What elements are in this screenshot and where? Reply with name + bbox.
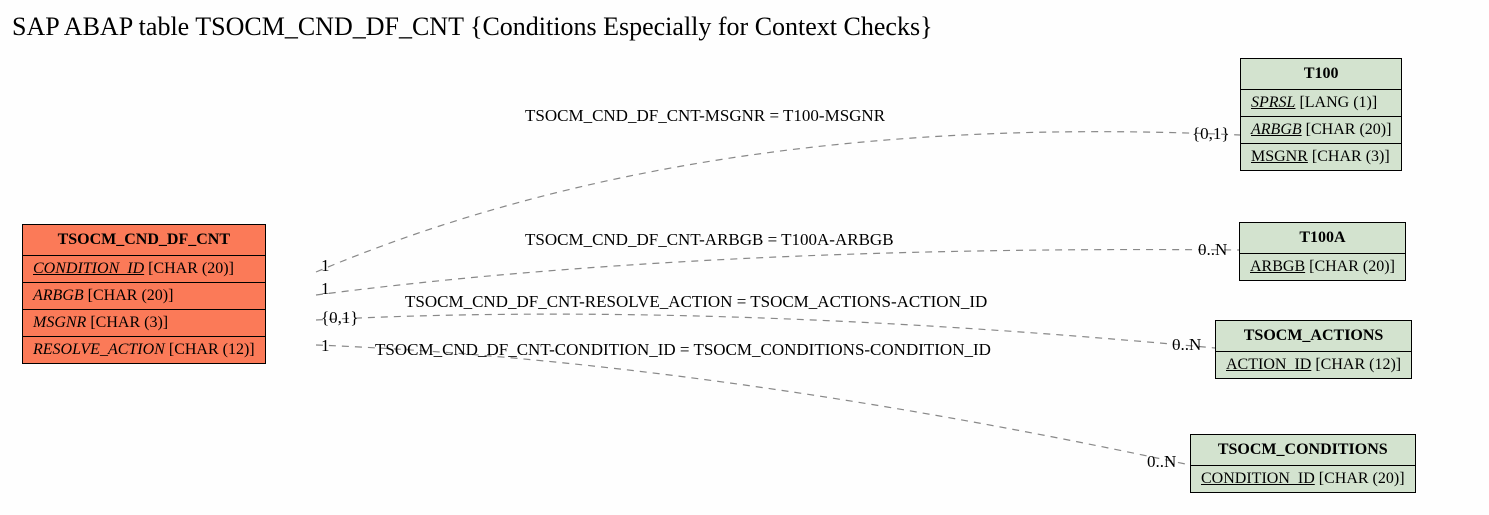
entity-field: ARBGB [CHAR (20)] (23, 283, 265, 310)
field-name: ARBGB (33, 287, 84, 304)
edge-label-arbgb: TSOCM_CND_DF_CNT-ARBGB = T100A-ARBGB (525, 230, 894, 250)
entity-header: T100A (1240, 223, 1405, 254)
entity-field: MSGNR [CHAR (3)] (23, 310, 265, 337)
cardinality-left-e3: {0,1} (321, 308, 359, 328)
edge-label-condition-id: TSOCM_CND_DF_CNT-CONDITION_ID = TSOCM_CO… (375, 340, 991, 360)
field-type: [LANG (1)] (1299, 94, 1377, 111)
entity-header: TSOCM_CONDITIONS (1191, 435, 1415, 466)
entity-field: RESOLVE_ACTION [CHAR (12)] (23, 337, 265, 363)
field-name: MSGNR (33, 314, 86, 331)
entity-field: ACTION_ID [CHAR (12)] (1216, 352, 1411, 378)
field-name: MSGNR (1251, 148, 1308, 165)
field-name: RESOLVE_ACTION (33, 341, 165, 358)
field-name: ARBGB (1251, 121, 1302, 138)
entity-tsocm-cnd-df-cnt: TSOCM_CND_DF_CNT CONDITION_ID [CHAR (20)… (22, 224, 266, 364)
field-type: [CHAR (12)] (1315, 356, 1401, 373)
cardinality-right-e1: {0,1} (1192, 124, 1230, 144)
field-name: ARBGB (1250, 258, 1305, 275)
entity-field: SPRSL [LANG (1)] (1241, 90, 1401, 117)
entity-field: MSGNR [CHAR (3)] (1241, 144, 1401, 170)
entity-t100a: T100A ARBGB [CHAR (20)] (1239, 222, 1406, 281)
field-type: [CHAR (3)] (1312, 148, 1390, 165)
field-type: [CHAR (20)] (88, 287, 174, 304)
cardinality-right-e3: 0..N (1172, 335, 1201, 355)
edge-label-msgnr: TSOCM_CND_DF_CNT-MSGNR = T100-MSGNR (525, 106, 885, 126)
entity-field: CONDITION_ID [CHAR (20)] (23, 256, 265, 283)
entity-tsocm-actions: TSOCM_ACTIONS ACTION_ID [CHAR (12)] (1215, 320, 1412, 379)
cardinality-left-e1: 1 (321, 256, 330, 276)
edge-label-resolve-action: TSOCM_CND_DF_CNT-RESOLVE_ACTION = TSOCM_… (405, 292, 987, 312)
field-type: [CHAR (20)] (1309, 258, 1395, 275)
cardinality-right-e4: 0..N (1147, 452, 1176, 472)
field-type: [CHAR (20)] (1306, 121, 1392, 138)
field-type: [CHAR (20)] (1319, 470, 1405, 487)
cardinality-left-e2: 1 (321, 279, 330, 299)
field-type: [CHAR (3)] (90, 314, 168, 331)
cardinality-right-e2: 0..N (1198, 240, 1227, 260)
entity-field: ARBGB [CHAR (20)] (1240, 254, 1405, 280)
field-name: ACTION_ID (1226, 356, 1311, 373)
field-type: [CHAR (20)] (148, 260, 234, 277)
field-name: SPRSL (1251, 94, 1295, 111)
entity-header: T100 (1241, 59, 1401, 90)
diagram-canvas: SAP ABAP table TSOCM_CND_DF_CNT {Conditi… (0, 0, 1489, 515)
entity-header: TSOCM_ACTIONS (1216, 321, 1411, 352)
entity-t100: T100 SPRSL [LANG (1)] ARBGB [CHAR (20)] … (1240, 58, 1402, 171)
cardinality-left-e4: 1 (321, 336, 330, 356)
entity-field: CONDITION_ID [CHAR (20)] (1191, 466, 1415, 492)
entity-tsocm-conditions: TSOCM_CONDITIONS CONDITION_ID [CHAR (20)… (1190, 434, 1416, 493)
entity-header: TSOCM_CND_DF_CNT (23, 225, 265, 256)
field-type: [CHAR (12)] (169, 341, 255, 358)
page-title: SAP ABAP table TSOCM_CND_DF_CNT {Conditi… (12, 12, 933, 42)
field-name: CONDITION_ID (33, 260, 144, 277)
entity-field: ARBGB [CHAR (20)] (1241, 117, 1401, 144)
field-name: CONDITION_ID (1201, 470, 1315, 487)
